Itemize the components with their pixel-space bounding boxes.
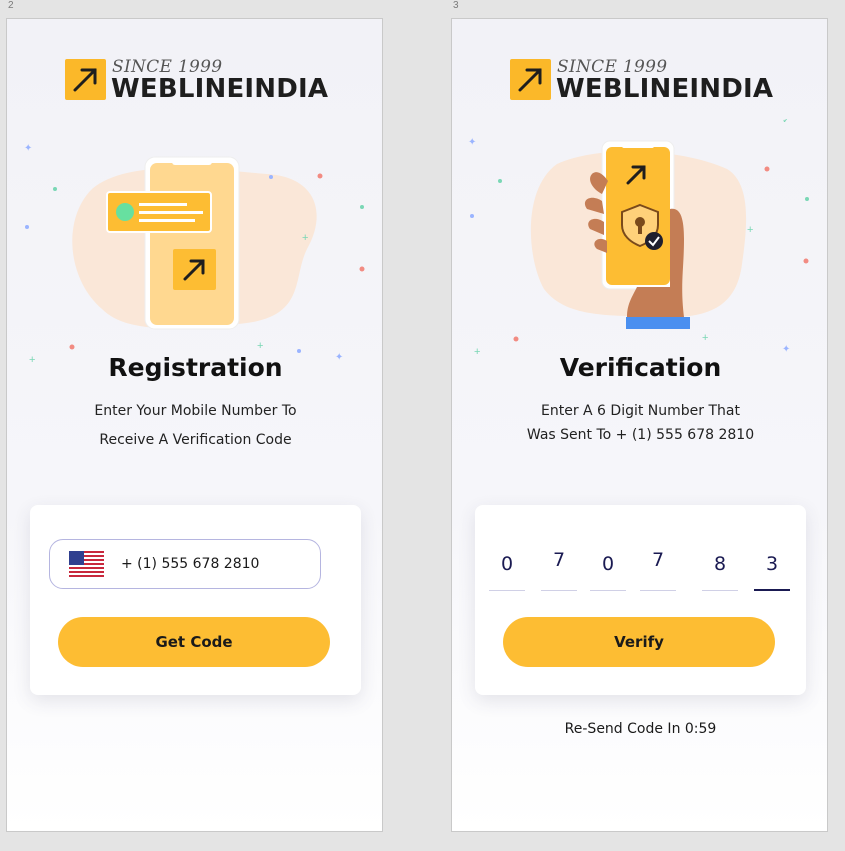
otp-digit-4[interactable]: 7 [640, 545, 676, 591]
svg-text:✓: ✓ [782, 119, 790, 126]
phone-number-value[interactable]: + (1) 555 678 2810 [121, 556, 259, 572]
otp-digit-5[interactable]: 8 [702, 545, 738, 591]
brand-name: WEBLINEINDIA [111, 74, 329, 104]
otp-digit-2[interactable]: 7 [541, 545, 577, 591]
svg-text:+: + [302, 232, 308, 244]
svg-text:+: + [257, 340, 263, 352]
svg-text:+: + [702, 332, 708, 344]
svg-text:✦: ✦ [24, 143, 32, 154]
subtitle-line-1: Enter Your Mobile Number To [94, 403, 297, 419]
otp-entry-card: 0 7 0 7 8 3 Verify [475, 505, 806, 695]
subtitle-line-2: Receive A Verification Code [99, 432, 292, 448]
phone-entry-card: + (1) 555 678 2810 Get Code [30, 505, 361, 695]
brand-logo: SINCE 1999 WEBLINEINDIA [65, 57, 335, 104]
subtitle-line-1: Enter A 6 Digit Number That [541, 403, 740, 419]
otp-input-row: 0 7 0 7 8 3 [489, 545, 791, 591]
artboard-number-3: 3 [453, 0, 459, 11]
page-title: Registration [108, 353, 283, 382]
verify-button[interactable]: Verify [503, 617, 775, 667]
brand-logo: SINCE 1999 WEBLINEINDIA [510, 57, 780, 104]
page-title: Verification [559, 353, 722, 382]
brand-name: WEBLINEINDIA [556, 74, 774, 104]
us-flag-icon[interactable] [69, 551, 104, 577]
arrow-logo-icon [65, 59, 106, 100]
svg-text:✦: ✦ [468, 137, 476, 148]
otp-digit-6[interactable]: 3 [754, 545, 790, 591]
resend-code-timer[interactable]: Re-Send Code In 0:59 [452, 721, 827, 737]
subtitle-line-2: Was Sent To + (1) 555 678 2810 [526, 427, 755, 443]
phone-message-illustration: ✦ + + + ✦ + [24, 143, 365, 364]
arrow-logo-icon [510, 59, 551, 100]
artboard-number-2: 2 [8, 0, 14, 11]
phone-number-field[interactable]: + (1) 555 678 2810 [49, 539, 321, 589]
otp-digit-1[interactable]: 0 [489, 545, 525, 591]
verification-screen: SINCE 1999 WEBLINEINDIA ✦ + + + ✦ ✓ Veri… [451, 18, 828, 832]
get-code-button[interactable]: Get Code [58, 617, 330, 667]
registration-screen: SINCE 1999 WEBLINEINDIA ✦ + + + ✦ + [6, 18, 383, 832]
svg-text:+: + [747, 224, 753, 236]
otp-digit-3[interactable]: 0 [590, 545, 626, 591]
hand-phone-shield-illustration: ✦ + + + ✦ ✓ [468, 119, 809, 358]
